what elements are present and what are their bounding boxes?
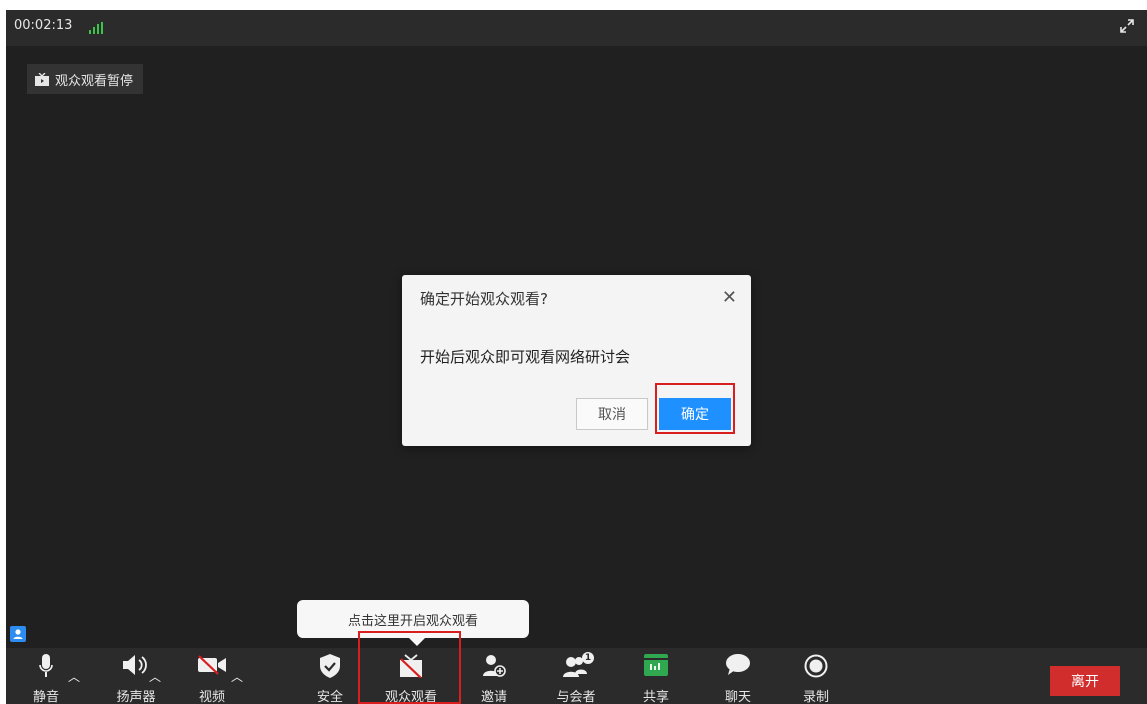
audience-view-button[interactable]: 观众观看 bbox=[376, 648, 446, 704]
chat-button[interactable]: 聊天 bbox=[708, 648, 768, 704]
chat-label: 聊天 bbox=[724, 690, 751, 704]
share-button[interactable]: 共享 bbox=[626, 648, 686, 704]
signal-strength-icon bbox=[89, 22, 103, 34]
security-button[interactable]: 安全 bbox=[300, 648, 360, 704]
audience-tooltip: 点击这里开启观众观看 bbox=[297, 600, 529, 638]
mute-label: 静音 bbox=[32, 690, 59, 704]
mute-button[interactable]: 静音 bbox=[16, 648, 76, 704]
microphone-icon bbox=[39, 654, 53, 685]
record-icon bbox=[804, 654, 828, 685]
chat-icon bbox=[726, 654, 750, 683]
speaker-label: 扬声器 bbox=[116, 690, 156, 704]
record-label: 录制 bbox=[802, 690, 829, 704]
dialog-message: 开始后观众即可观看网络研讨会 bbox=[420, 348, 631, 366]
participants-count-badge: 1 bbox=[582, 652, 594, 664]
meeting-toolbar: 静音 ︿ 扬声器 ︿ 视频 ︿ 安全 观众观看 邀请 1 与会者 共享 聊天 录… bbox=[6, 648, 1147, 704]
video-label: 视频 bbox=[198, 690, 225, 704]
security-label: 安全 bbox=[316, 690, 343, 704]
dialog-title: 确定开始观众观看? bbox=[420, 290, 548, 308]
video-off-icon bbox=[197, 654, 227, 683]
speaker-icon bbox=[123, 654, 149, 683]
audio-options-chevron-up-icon[interactable]: ︿ bbox=[68, 668, 80, 685]
tv-icon bbox=[35, 72, 49, 86]
audience-paused-badge: 观众观看暂停 bbox=[27, 64, 144, 94]
top-bar: 00:02:13 bbox=[6, 10, 1147, 46]
speaker-options-chevron-up-icon[interactable]: ︿ bbox=[149, 668, 161, 685]
meeting-window: 00:02:13 观众观看暂停 确定开始观众观看? ✕ 开始后观众即可观看网络研… bbox=[6, 10, 1147, 704]
invite-button[interactable]: 邀请 bbox=[464, 648, 524, 704]
shield-icon bbox=[320, 654, 340, 685]
record-button[interactable]: 录制 bbox=[786, 648, 846, 704]
audience-paused-label: 观众观看暂停 bbox=[55, 73, 134, 89]
audience-view-label: 观众观看 bbox=[384, 690, 437, 704]
self-user-icon[interactable] bbox=[10, 626, 26, 642]
tv-off-icon bbox=[399, 654, 423, 685]
cancel-button[interactable]: 取消 bbox=[576, 398, 648, 430]
confirm-dialog: 确定开始观众观看? ✕ 开始后观众即可观看网络研讨会 取消 确定 bbox=[402, 275, 751, 446]
expand-icon[interactable] bbox=[1119, 18, 1135, 38]
tooltip-arrow bbox=[409, 638, 425, 646]
close-icon[interactable]: ✕ bbox=[722, 287, 737, 308]
add-user-icon bbox=[482, 654, 506, 685]
video-options-chevron-up-icon[interactable]: ︿ bbox=[231, 668, 243, 685]
share-icon bbox=[644, 654, 668, 683]
leave-button[interactable]: 离开 bbox=[1050, 666, 1120, 696]
participants-label: 与会者 bbox=[556, 690, 596, 704]
invite-label: 邀请 bbox=[480, 690, 507, 704]
share-label: 共享 bbox=[642, 690, 669, 704]
confirm-button[interactable]: 确定 bbox=[659, 398, 731, 430]
meeting-timer: 00:02:13 bbox=[14, 18, 73, 33]
participants-button[interactable]: 1 与会者 bbox=[546, 648, 606, 704]
